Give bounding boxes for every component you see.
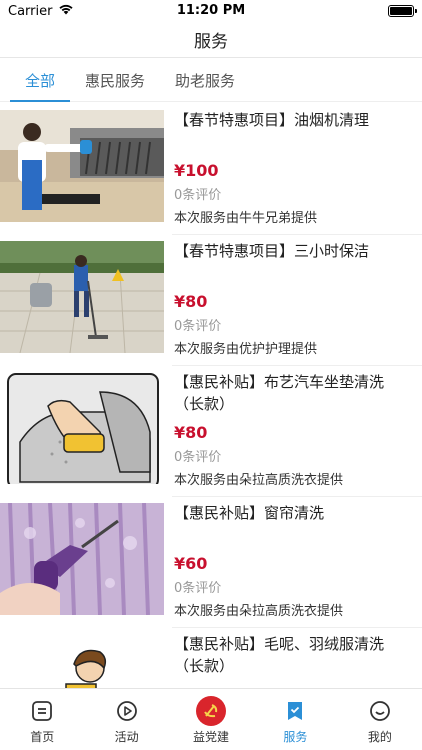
tabbar-label: 我的 [367, 730, 392, 744]
tabbar-item-home[interactable]: 首页 [0, 689, 84, 750]
nav-bar: 服务 [0, 22, 422, 58]
service-info: 【惠民补贴】布艺汽车坐垫清洗（长款） ¥80 0条评价 本次服务由朵拉高质洗衣提… [164, 366, 422, 497]
tabbar-label: 活动 [114, 730, 139, 744]
list-item[interactable]: 【惠民补贴】窗帘清洗 ¥60 0条评价 本次服务由朵拉高质洗衣提供 [0, 497, 422, 628]
review-count: 0条评价 [174, 319, 222, 334]
tabbar-item-service[interactable]: 服务 [253, 689, 337, 750]
tab-all[interactable]: 全部 [10, 70, 71, 102]
carrier-label: Carrier [8, 3, 53, 19]
play-icon [115, 699, 139, 723]
service-image [0, 372, 164, 484]
tabbar-item-party[interactable]: 益党建 [169, 689, 253, 750]
service-info: 【惠民补贴】毛呢、羽绒服清洗（长款） [164, 628, 422, 688]
service-price: ¥100 [174, 161, 219, 180]
service-image [0, 634, 164, 688]
tab-elderly-service[interactable]: 助老服务 [160, 70, 250, 101]
service-image [0, 110, 164, 222]
service-image [0, 241, 164, 353]
provider-text: 本次服务由牛牛兄弟提供 [174, 211, 318, 226]
status-left: Carrier [8, 3, 74, 19]
service-info: 【春节特惠项目】油烟机清理 ¥100 0条评价 本次服务由牛牛兄弟提供 [164, 104, 422, 235]
tabbar-item-mine[interactable]: 我的 [338, 689, 422, 750]
service-price: ¥80 [174, 423, 208, 442]
provider-text: 本次服务由朵拉高质洗衣提供 [174, 473, 344, 488]
page-title: 服务 [194, 32, 228, 52]
service-info: 【惠民补贴】窗帘清洗 ¥60 0条评价 本次服务由朵拉高质洗衣提供 [164, 497, 422, 628]
service-list: 【春节特惠项目】油烟机清理 ¥100 0条评价 本次服务由牛牛兄弟提供 【春节特… [0, 104, 422, 688]
bookmark-check-icon [283, 699, 307, 723]
category-tabs: 全部 惠民服务 助老服务 [0, 58, 422, 102]
service-title: 【春节特惠项目】油烟机清理 [174, 111, 370, 129]
review-count: 0条评价 [174, 581, 222, 596]
review-count: 0条评价 [174, 450, 222, 465]
service-title: 【春节特惠项目】三小时保洁 [174, 242, 370, 260]
tabbar-label: 服务 [283, 730, 308, 744]
list-item[interactable]: 【春节特惠项目】三小时保洁 ¥80 0条评价 本次服务由优护护理提供 [0, 235, 422, 366]
wifi-icon [58, 3, 74, 19]
list-item[interactable]: 【惠民补贴】布艺汽车坐垫清洗（长款） ¥80 0条评价 本次服务由朵拉高质洗衣提… [0, 366, 422, 497]
smile-icon [368, 699, 392, 723]
service-info: 【春节特惠项目】三小时保洁 ¥80 0条评价 本次服务由优护护理提供 [164, 235, 422, 366]
party-emblem-icon [196, 696, 227, 726]
tab-huimin-service[interactable]: 惠民服务 [70, 70, 160, 101]
battery-level [390, 7, 412, 15]
battery-icon [388, 5, 417, 17]
bottom-tab-bar: 首页 活动 益党建 服务 我的 [0, 688, 422, 750]
service-price: ¥60 [174, 554, 208, 573]
service-title: 【惠民补贴】毛呢、羽绒服清洗（长款） [174, 635, 385, 675]
tabbar-label: 首页 [30, 730, 55, 744]
provider-text: 本次服务由优护护理提供 [174, 342, 318, 357]
tabbar-label: 益党建 [193, 730, 230, 744]
service-image [0, 503, 164, 615]
service-title: 【惠民补贴】布艺汽车坐垫清洗（长款） [174, 373, 385, 413]
home-icon [30, 699, 54, 723]
service-title: 【惠民补贴】窗帘清洗 [174, 504, 325, 522]
service-price: ¥80 [174, 292, 208, 311]
review-count: 0条评价 [174, 188, 222, 203]
tabbar-item-activity[interactable]: 活动 [84, 689, 168, 750]
list-item[interactable]: 【惠民补贴】毛呢、羽绒服清洗（长款） [0, 628, 422, 688]
list-item[interactable]: 【春节特惠项目】油烟机清理 ¥100 0条评价 本次服务由牛牛兄弟提供 [0, 104, 422, 235]
provider-text: 本次服务由朵拉高质洗衣提供 [174, 604, 344, 619]
status-bar: Carrier 11:20 PM [0, 0, 422, 22]
